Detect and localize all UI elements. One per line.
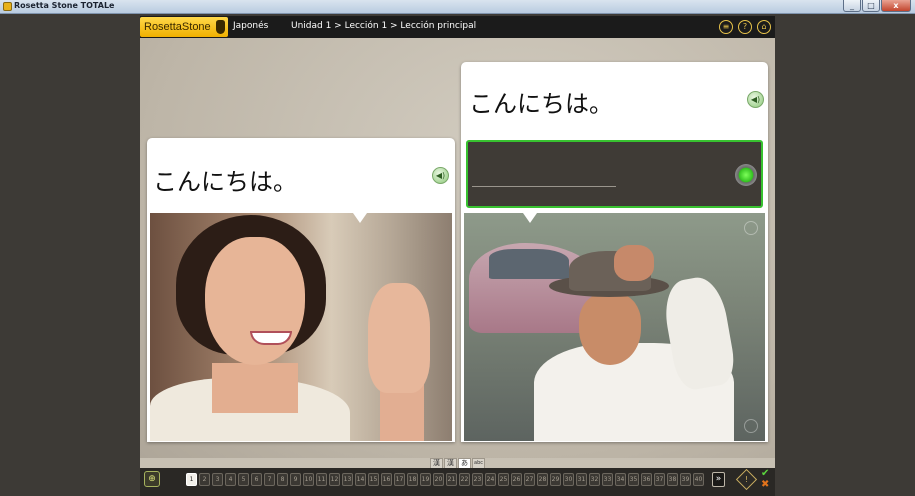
logo-text-bold: Stone xyxy=(181,21,211,33)
speech-input-box[interactable] xyxy=(466,140,763,208)
screen-button[interactable]: 17 xyxy=(394,473,405,486)
response-card: こんにちは。 ◀) xyxy=(461,62,768,442)
screen-navigator: 1 2 3 4 5 6 7 8 9 10 11 12 13 14 15 16 17 18 19 20 21 22 23 24 2… xyxy=(186,473,704,486)
screen-button[interactable]: 7 xyxy=(264,473,275,486)
screen-button[interactable]: 28 xyxy=(537,473,548,486)
screen-button[interactable]: 9 xyxy=(290,473,301,486)
screen-button[interactable]: 6 xyxy=(251,473,262,486)
model-card: こんにちは。 ◀) xyxy=(147,138,455,442)
close-button[interactable]: x xyxy=(881,0,911,12)
minimize-button[interactable]: _ xyxy=(843,0,861,12)
screen-button[interactable]: 30 xyxy=(563,473,574,486)
speaker-icon[interactable]: ◀) xyxy=(747,91,764,108)
screen-button[interactable]: 5 xyxy=(238,473,249,486)
screen-button[interactable]: 2 xyxy=(199,473,210,486)
lesson-app: RosettaStone Japonés Unidad 1 > Lección … xyxy=(140,16,775,496)
app-icon xyxy=(3,2,12,11)
screen-button[interactable]: 37 xyxy=(654,473,665,486)
speech-input-line xyxy=(472,186,616,187)
stone-icon xyxy=(216,20,225,34)
screen-button[interactable]: 1 xyxy=(186,473,197,486)
screen-button[interactable]: 4 xyxy=(225,473,236,486)
hint-icon: ! xyxy=(744,475,749,484)
screen-button[interactable]: 35 xyxy=(628,473,639,486)
check-icon[interactable]: ✔ xyxy=(761,468,769,479)
home-icon[interactable]: ⌂ xyxy=(757,20,771,34)
screen-button[interactable]: 8 xyxy=(277,473,288,486)
screen-button[interactable]: 10 xyxy=(303,473,314,486)
screen-button[interactable]: 24 xyxy=(485,473,496,486)
language-label[interactable]: Japonés xyxy=(233,21,268,31)
screen-button[interactable]: 33 xyxy=(602,473,613,486)
screen-button[interactable]: 11 xyxy=(316,473,327,486)
screen-button[interactable]: 16 xyxy=(381,473,392,486)
screen-button[interactable]: 31 xyxy=(576,473,587,486)
screen-button[interactable]: 21 xyxy=(446,473,457,486)
help-icon[interactable]: ? xyxy=(738,20,752,34)
breadcrumb: Unidad 1 > Lección 1 > Lección principal xyxy=(291,21,477,31)
screen-button[interactable]: 26 xyxy=(511,473,522,486)
faded-speaker-icon xyxy=(744,221,758,235)
maximize-button[interactable]: □ xyxy=(862,0,880,12)
screen-button[interactable]: 3 xyxy=(212,473,223,486)
x-icon[interactable]: ✖ xyxy=(761,479,769,490)
microphone-status-icon[interactable] xyxy=(735,164,757,186)
top-icons: ≡ ? ⌂ xyxy=(719,20,771,34)
window-title: Rosetta Stone TOTALe xyxy=(14,1,115,10)
screen-button[interactable]: 40 xyxy=(693,473,704,486)
model-phrase: こんにちは。 xyxy=(153,168,297,196)
top-bar: RosettaStone Japonés Unidad 1 > Lección … xyxy=(140,16,775,38)
man-with-hat-photo xyxy=(464,213,765,441)
menu-icon[interactable]: ≡ xyxy=(719,20,733,34)
screen-button[interactable]: 12 xyxy=(329,473,340,486)
woman-waving-photo xyxy=(150,213,452,441)
next-screen-button[interactable]: » xyxy=(712,472,725,487)
window-titlebar: Rosetta Stone TOTALe _ □ x xyxy=(0,0,915,14)
speech-bubble-tail xyxy=(523,213,537,223)
screen-button[interactable]: 23 xyxy=(472,473,483,486)
screen-button[interactable]: 29 xyxy=(550,473,561,486)
screen-button[interactable]: 22 xyxy=(459,473,470,486)
rosetta-stone-logo: RosettaStone xyxy=(140,17,228,37)
screen-button[interactable]: 20 xyxy=(433,473,444,486)
response-phrase: こんにちは。 xyxy=(469,90,613,118)
speaker-icon[interactable]: ◀) xyxy=(432,167,449,184)
screen-button[interactable]: 18 xyxy=(407,473,418,486)
screen-button[interactable]: 38 xyxy=(667,473,678,486)
faded-info-icon xyxy=(744,419,758,433)
screen-button[interactable]: 13 xyxy=(342,473,353,486)
speech-bubble-tail xyxy=(353,213,367,223)
screen-button[interactable]: 15 xyxy=(368,473,379,486)
logo-text: Rosetta xyxy=(144,21,182,33)
screen-button[interactable]: 34 xyxy=(615,473,626,486)
screen-button[interactable]: 32 xyxy=(589,473,600,486)
screen-button[interactable]: 39 xyxy=(680,473,691,486)
window-controls: _ □ x xyxy=(843,0,911,12)
zoom-icon[interactable]: ⊕ xyxy=(144,471,160,487)
screen-button[interactable]: 14 xyxy=(355,473,366,486)
screen-button[interactable]: 19 xyxy=(420,473,431,486)
screen-button[interactable]: 27 xyxy=(524,473,535,486)
screen-button[interactable]: 25 xyxy=(498,473,509,486)
screen-button[interactable]: 36 xyxy=(641,473,652,486)
